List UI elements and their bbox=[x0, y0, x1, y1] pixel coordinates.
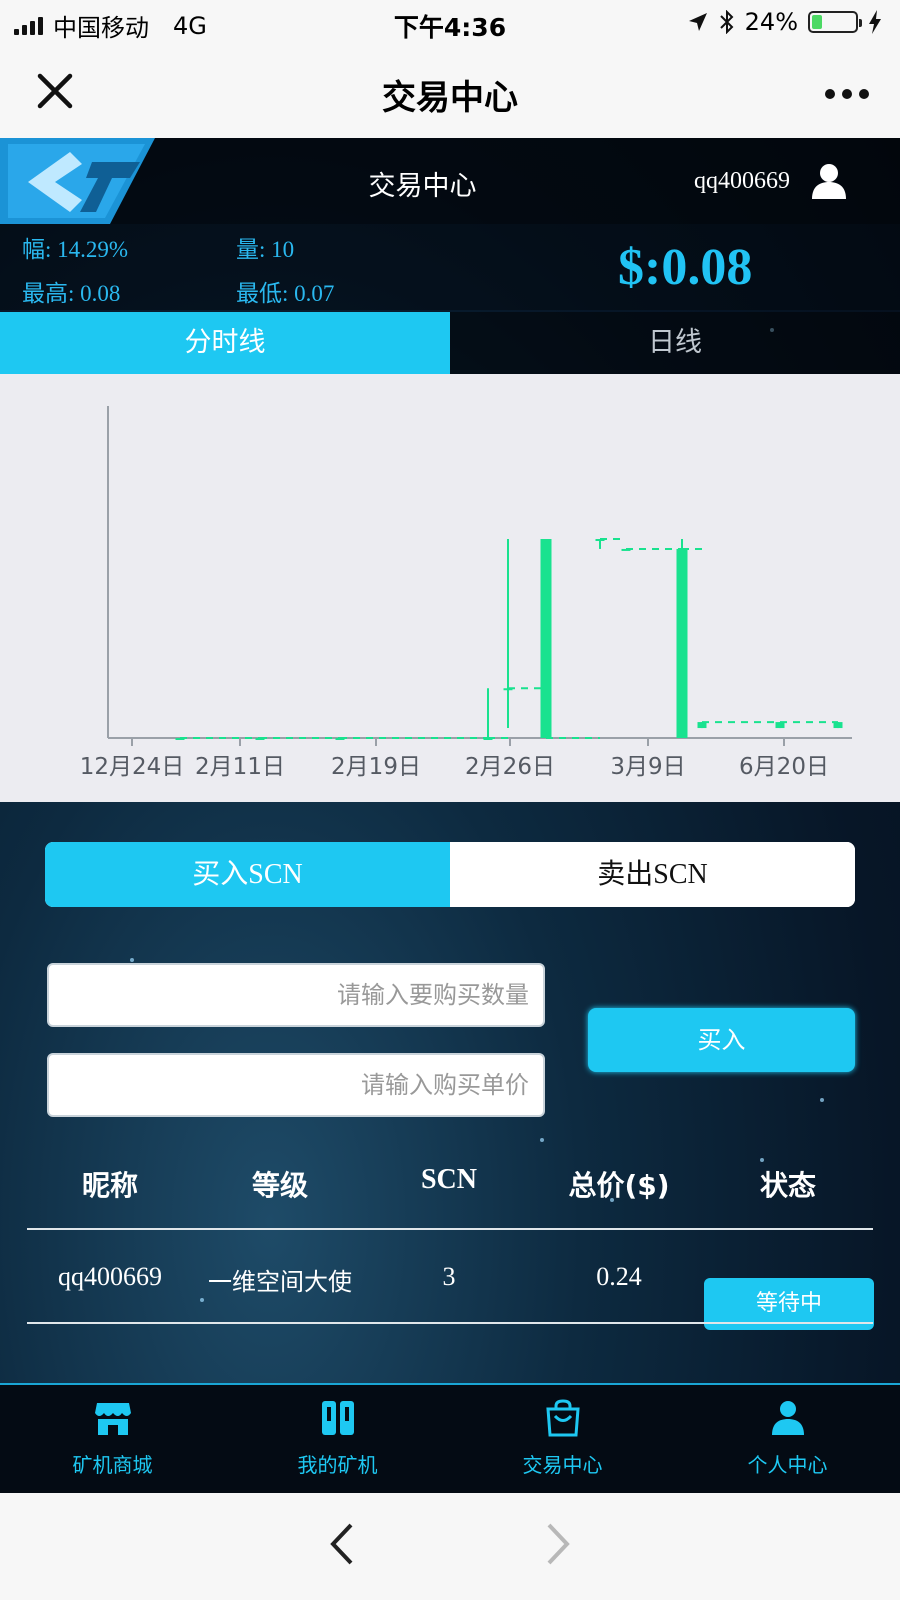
cell-nickname: qq400669 bbox=[58, 1262, 162, 1291]
header-level: 等级 bbox=[251, 1169, 308, 1202]
status-bar: 中国移动 4G 下午4:36 24% bbox=[0, 0, 900, 46]
app-header: 交易中心 qq400669 bbox=[0, 138, 900, 224]
x-tick-label: 12月24日 bbox=[80, 754, 185, 780]
header-scn: SCN bbox=[420, 1164, 477, 1195]
tab-timeshare[interactable]: 分时线 bbox=[0, 312, 450, 374]
page-title: 交易中心 bbox=[382, 78, 518, 118]
tab-sell-scn[interactable]: 卖出SCN bbox=[450, 842, 855, 907]
candlestick-chart: 12月24日 2月11日 2月19日 2月26日 3月9日 6月20日 bbox=[80, 406, 852, 780]
candle-body bbox=[540, 539, 552, 738]
battery-percent: 24% bbox=[744, 8, 798, 36]
nav-shop-label: 矿机商城 bbox=[72, 1453, 153, 1477]
person-icon bbox=[772, 1401, 804, 1435]
tab-daily[interactable]: 日线 bbox=[450, 312, 900, 374]
buy-button[interactable]: 买入 bbox=[588, 1008, 855, 1072]
x-tick-label: 2月26日 bbox=[465, 754, 555, 780]
header-status: 状态 bbox=[759, 1169, 816, 1202]
x-tick-label: 2月19日 bbox=[331, 754, 421, 780]
username[interactable]: qq400669 bbox=[694, 168, 790, 195]
forward-icon[interactable] bbox=[543, 1521, 573, 1567]
quantity-input[interactable]: 请输入要购买数量 bbox=[47, 963, 545, 1027]
table-divider bbox=[27, 1322, 873, 1324]
location-icon bbox=[688, 13, 707, 31]
title-bar: 交易中心 bbox=[0, 46, 900, 138]
volume-stat: 量: 10 bbox=[236, 237, 295, 262]
machine-icon bbox=[322, 1401, 354, 1435]
shop-icon bbox=[95, 1403, 131, 1435]
nav-trade-center[interactable]: 交易中心 bbox=[450, 1385, 675, 1493]
user-icon[interactable] bbox=[810, 162, 848, 200]
browser-toolbar bbox=[0, 1493, 900, 1600]
x-tick-label: 6月20日 bbox=[739, 754, 829, 780]
nav-my-machine-label: 我的矿机 bbox=[297, 1453, 378, 1477]
market-stats: 幅: 14.29% 量: 10 最高: 0.08 最低: 0.07 $:0.08 bbox=[0, 224, 900, 310]
charging-icon bbox=[869, 10, 881, 34]
change-stat: 幅: 14.29% bbox=[22, 237, 129, 262]
current-price: $:0.08 bbox=[618, 239, 753, 296]
bluetooth-icon bbox=[719, 10, 734, 34]
table-divider bbox=[27, 1228, 873, 1230]
status-right: 24% bbox=[687, 8, 882, 36]
nav-trade-center-label: 交易中心 bbox=[522, 1453, 603, 1477]
nav-my-machine[interactable]: 我的矿机 bbox=[225, 1385, 450, 1493]
bottom-nav: 矿机商城 我的矿机 交易中心 个人中心 bbox=[0, 1383, 900, 1493]
price-input[interactable]: 请输入购买单价 bbox=[47, 1053, 545, 1117]
tab-buy-scn[interactable]: 买入SCN bbox=[45, 842, 450, 907]
cell-scn: 3 bbox=[442, 1262, 456, 1291]
trade-type-toggle: 买入SCN 卖出SCN bbox=[45, 842, 855, 907]
low-stat: 最低: 0.07 bbox=[236, 281, 335, 306]
chart-tabs: 分时线 日线 bbox=[0, 312, 900, 374]
bag-icon bbox=[546, 1399, 580, 1437]
price-chart: 12月24日 2月11日 2月19日 2月26日 3月9日 6月20日 bbox=[0, 374, 900, 802]
nav-personal-center-label: 个人中心 bbox=[747, 1453, 828, 1477]
cell-level: 一维空间大使 bbox=[208, 1268, 352, 1296]
nav-shop[interactable]: 矿机商城 bbox=[0, 1385, 225, 1493]
high-stat: 最高: 0.08 bbox=[22, 281, 121, 306]
header-nickname: 昵称 bbox=[81, 1169, 138, 1202]
back-icon[interactable] bbox=[327, 1521, 357, 1567]
battery-icon bbox=[808, 11, 862, 33]
candle-body bbox=[676, 548, 688, 738]
nav-personal-center[interactable]: 个人中心 bbox=[675, 1385, 900, 1493]
cell-total: 0.24 bbox=[596, 1262, 642, 1291]
x-tick-label: 3月9日 bbox=[610, 754, 685, 780]
x-tick-label: 2月11日 bbox=[195, 754, 285, 780]
header-total: 总价($) bbox=[568, 1169, 670, 1202]
more-icon[interactable] bbox=[824, 68, 870, 109]
app-content: 交易中心 qq400669 幅: 14.29% 量: 10 最高: 0.08 最… bbox=[0, 138, 900, 1493]
